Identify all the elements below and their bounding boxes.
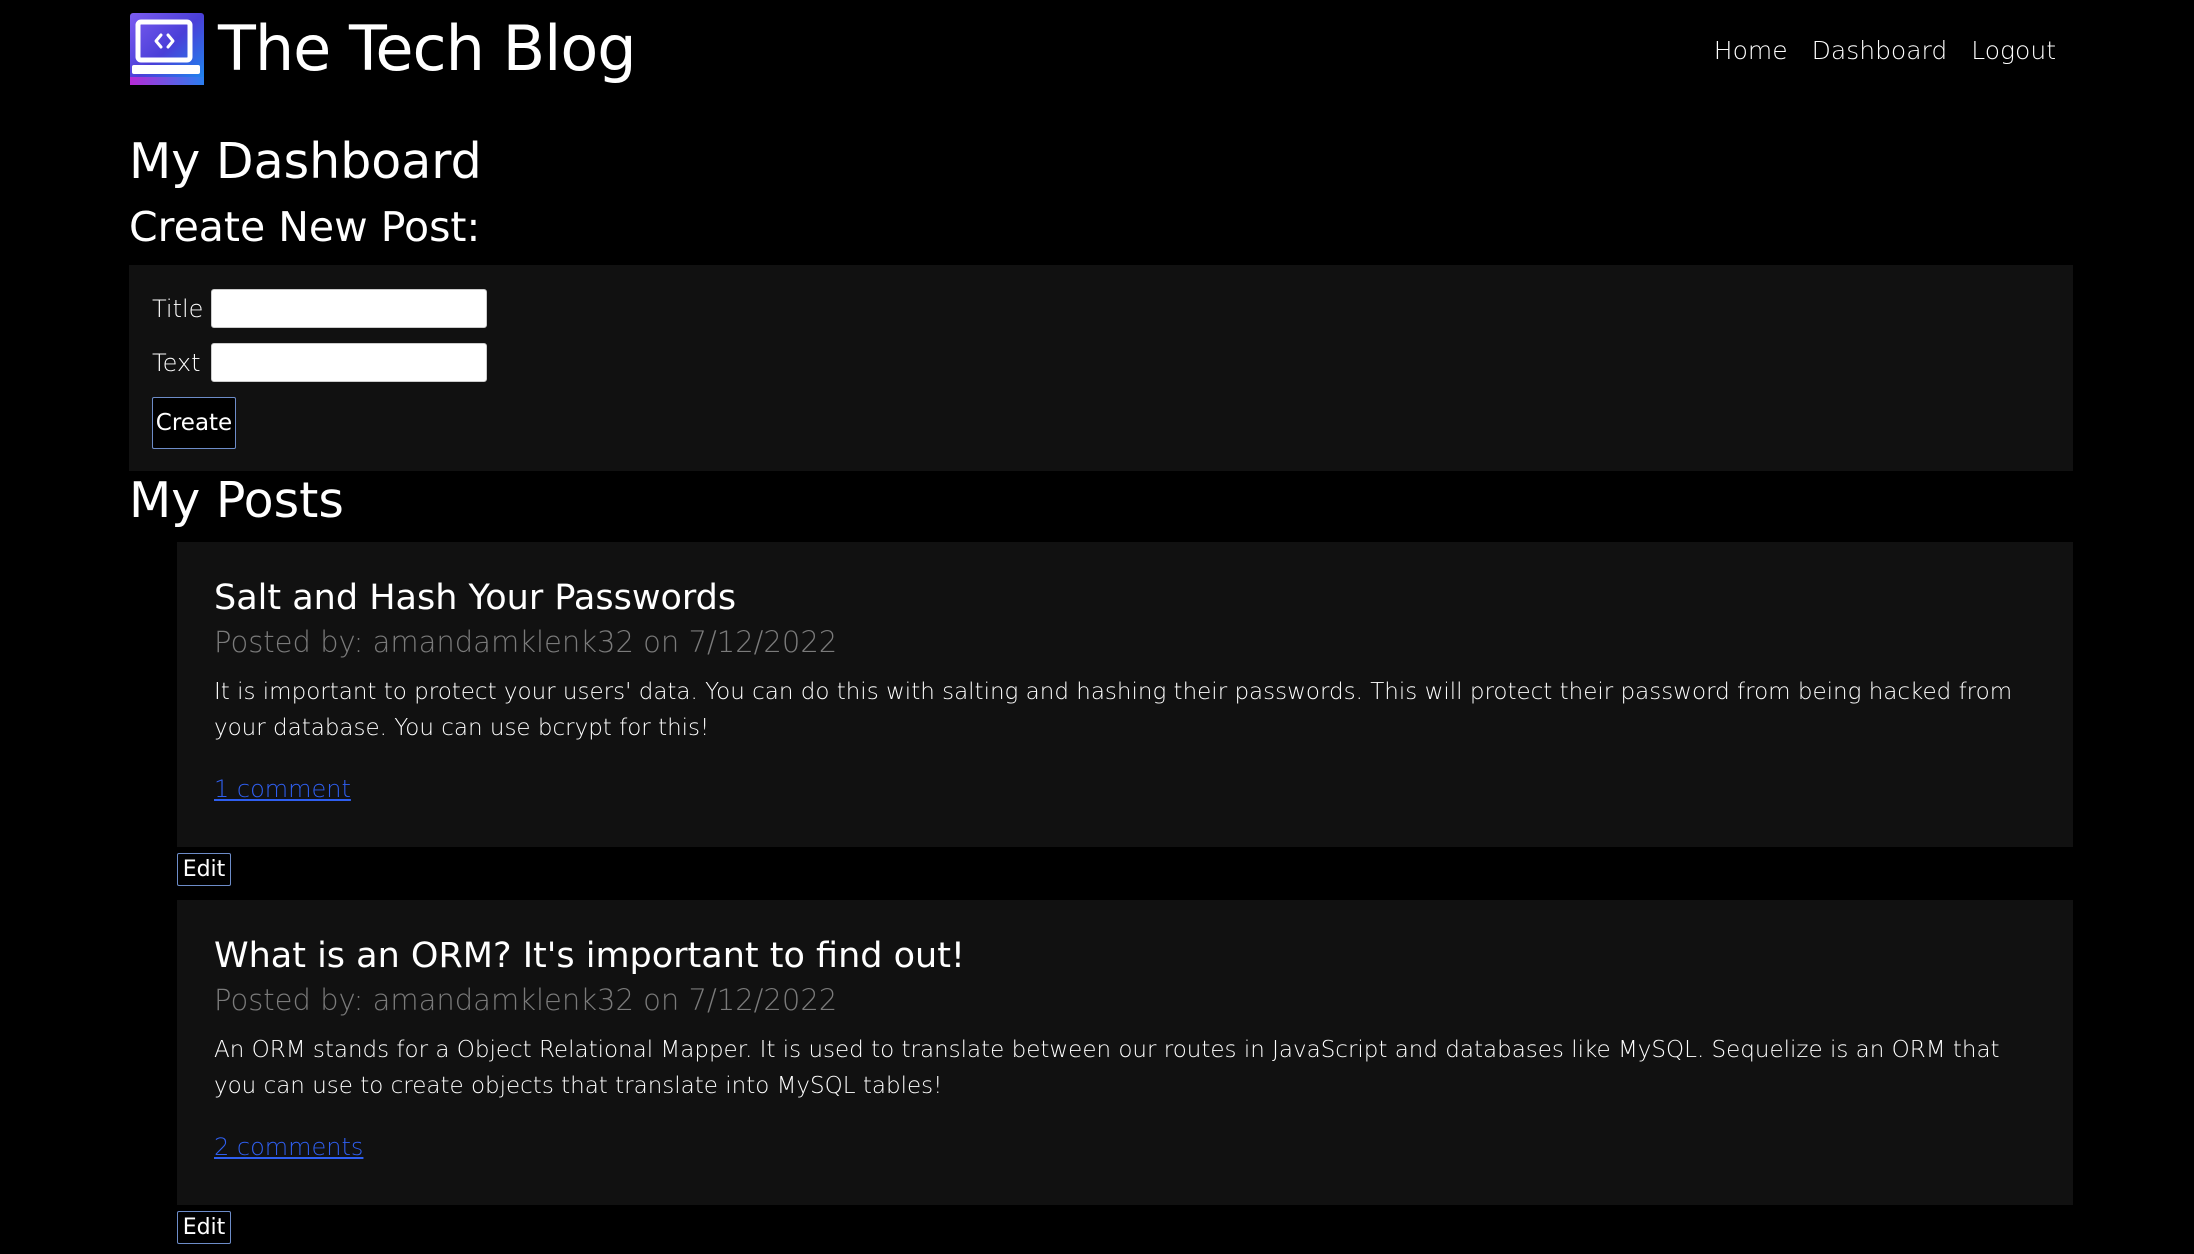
page-title: My Dashboard — [129, 133, 482, 190]
laptop-code-icon — [130, 13, 204, 85]
new-post-form: Title Text Create — [129, 265, 2073, 471]
site-header: The Tech Blog Home Dashboard Logout — [129, 12, 2073, 85]
app-root: The Tech Blog Home Dashboard Logout My D… — [0, 0, 2194, 1254]
post-title: What is an ORM? It's important to find o… — [214, 936, 965, 976]
post-meta: Posted by: amandamklenk32 on 7/12/2022 — [214, 983, 838, 1017]
post-comments-link[interactable]: 2 comments — [214, 1132, 363, 1162]
create-post-heading: Create New Post: — [129, 203, 481, 251]
my-posts-heading: My Posts — [129, 472, 344, 529]
post-card: Salt and Hash Your Passwords Posted by: … — [177, 542, 2073, 847]
nav-home-link[interactable]: Home — [1714, 35, 1788, 67]
post-comments-link[interactable]: 1 comment — [214, 774, 351, 804]
edit-post-button[interactable]: Edit — [177, 1211, 231, 1244]
post-body: An ORM stands for a Object Relational Ma… — [214, 1037, 2000, 1099]
title-label: Title — [152, 295, 204, 323]
title-input[interactable] — [211, 289, 487, 328]
text-input[interactable] — [211, 343, 487, 382]
post-title: Salt and Hash Your Passwords — [214, 578, 737, 618]
edit-post-button[interactable]: Edit — [177, 853, 231, 886]
nav-dashboard-link[interactable]: Dashboard — [1812, 35, 1948, 67]
post-body: It is important to protect your users' d… — [214, 679, 2013, 741]
text-label: Text — [152, 349, 201, 377]
create-button[interactable]: Create — [152, 397, 236, 449]
post-card: What is an ORM? It's important to find o… — [177, 900, 2073, 1205]
post-meta: Posted by: amandamklenk32 on 7/12/2022 — [214, 625, 838, 659]
site-title: The Tech Blog — [218, 12, 637, 85]
nav-logout-link[interactable]: Logout — [1971, 35, 2056, 67]
main-nav: Home Dashboard Logout — [1714, 35, 2056, 67]
